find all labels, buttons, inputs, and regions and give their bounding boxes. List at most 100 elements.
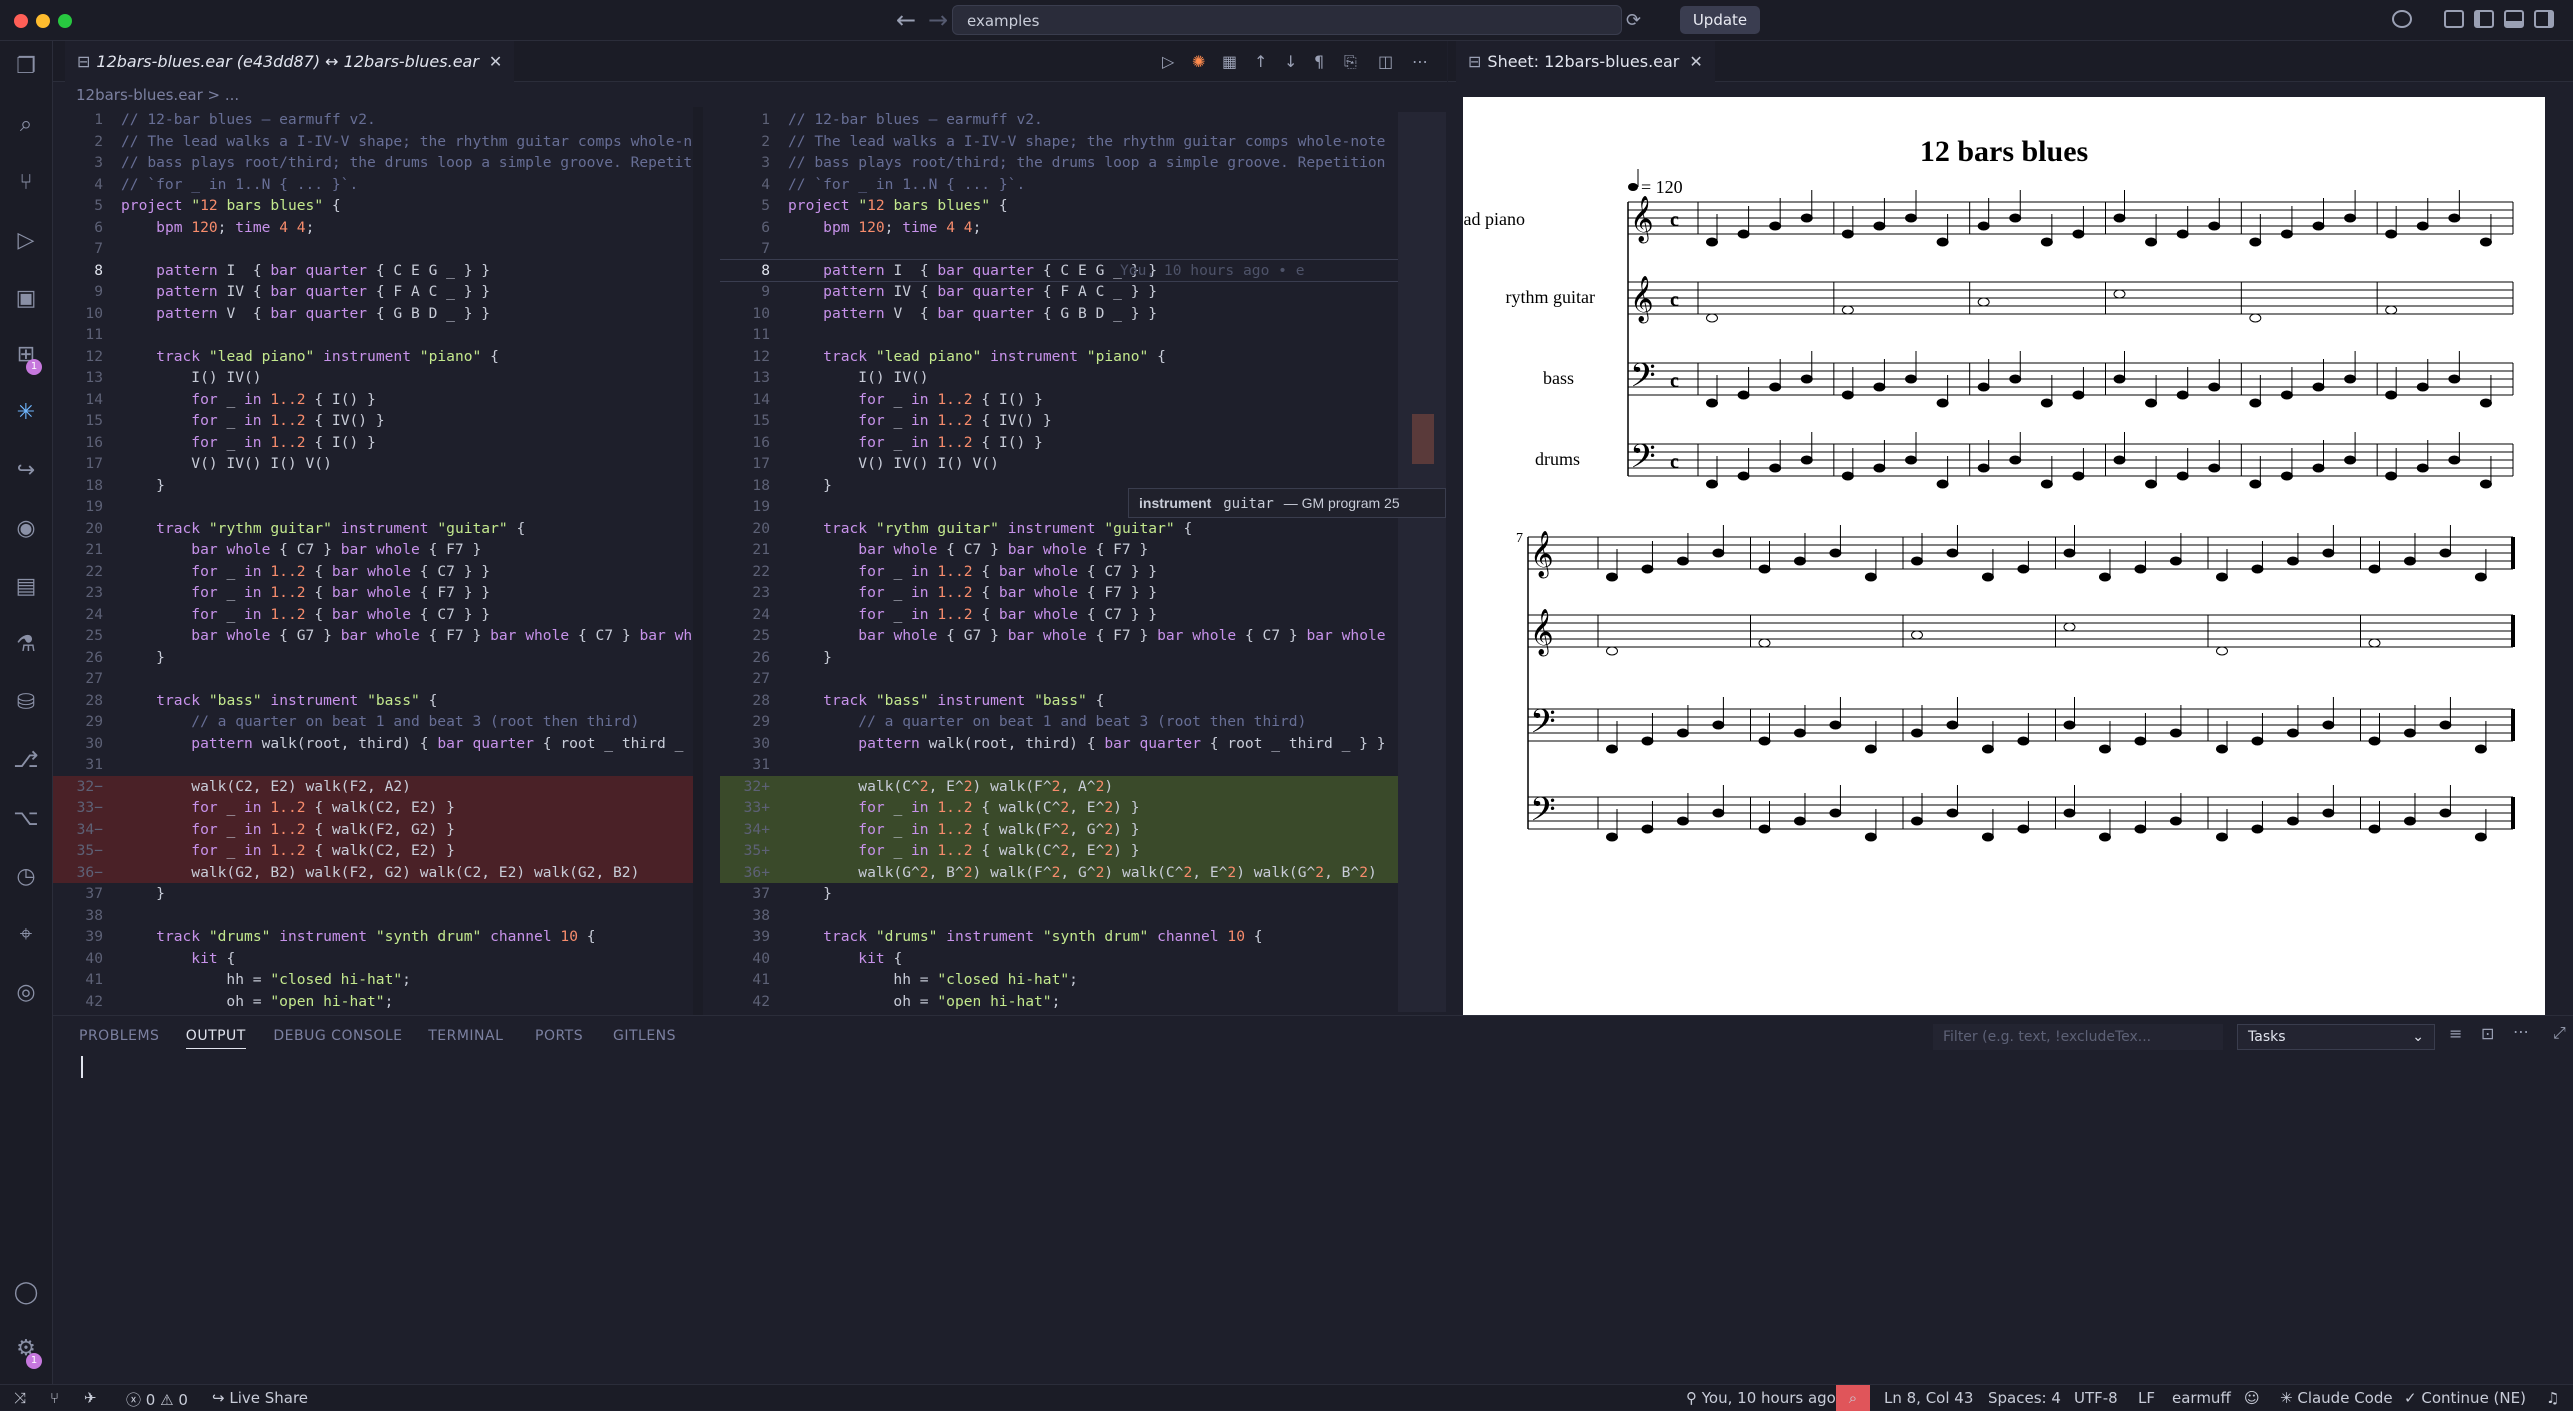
code-line[interactable]: 41 hh = "closed hi-hat"; xyxy=(53,969,693,991)
code-line[interactable]: 26 } xyxy=(53,647,693,669)
remote-icon[interactable]: ⤨ xyxy=(14,1389,26,1407)
code-line[interactable]: 41 hh = "closed hi-hat"; xyxy=(720,969,1410,991)
code-line[interactable]: 34+ for _ in 1..2 { walk(F^2, G^2) } xyxy=(720,818,1410,840)
code-line[interactable]: 24 for _ in 1..2 { bar whole { C7 } } xyxy=(53,604,693,626)
close-window-button[interactable] xyxy=(14,14,28,28)
code-line[interactable]: 35+ for _ in 1..2 { walk(C^2, E^2) } xyxy=(720,840,1410,862)
more-actions-icon[interactable]: ⋯ xyxy=(2513,1022,2529,1041)
problems-status[interactable]: ⓧ 0 ⚠ 0 xyxy=(126,1389,188,1410)
tab-diff-12bars-blues[interactable]: ⊟ 12bars-blues.ear (e43dd87) ↔ 12bars-blu… xyxy=(65,41,515,82)
whitespace-icon[interactable]: ¶ xyxy=(1314,52,1324,71)
claude-icon[interactable]: ✳ xyxy=(12,399,40,427)
code-line[interactable]: 13 I() IV() xyxy=(53,367,693,389)
code-line[interactable]: 36+ walk(G^2, B^2) walk(F^2, G^2) walk(C… xyxy=(720,861,1410,883)
code-line[interactable]: 32− walk(C2, E2) walk(F2, A2) xyxy=(53,775,693,797)
indentation[interactable]: Spaces: 4 xyxy=(1988,1389,2061,1407)
code-line[interactable]: 9 pattern IV { bar quarter { F A C _ } } xyxy=(720,281,1410,303)
output-channel-select[interactable]: Tasks ⌄ xyxy=(2237,1024,2435,1050)
code-line[interactable]: 33+ for _ in 1..2 { walk(C^2, E^2) } xyxy=(720,797,1410,819)
update-button[interactable]: Update xyxy=(1680,6,1760,34)
code-line[interactable]: 7 xyxy=(53,238,693,260)
live-share-icon[interactable]: ↪ xyxy=(12,457,40,485)
code-line[interactable]: 3 // bass plays root/third; the drums loo… xyxy=(53,152,693,174)
code-line[interactable]: 37 } xyxy=(53,883,693,905)
earmuff-icon[interactable]: ✺ xyxy=(1192,52,1205,71)
code-line[interactable]: 18 } xyxy=(53,475,693,497)
claude-status[interactable]: ✳ Claude Code xyxy=(2280,1389,2393,1407)
code-line[interactable]: 16 for _ in 1..2 { I() } xyxy=(53,432,693,454)
explorer-icon[interactable]: ❐ xyxy=(12,53,40,81)
tab-sheet[interactable]: ⊟ Sheet: 12bars-blues.ear ✕ xyxy=(1456,41,1715,82)
next-change-icon[interactable]: ↓ xyxy=(1284,52,1297,71)
code-line[interactable]: 39 track "drums" instrument "synth drum"… xyxy=(720,926,1410,948)
code-line[interactable]: 32+ walk(C^2, E^2) walk(F^2, A^2) xyxy=(720,775,1410,797)
run-icon[interactable]: ▷ xyxy=(1162,52,1174,71)
code-line[interactable]: 24 for _ in 1..2 { bar whole { C7 } } xyxy=(720,604,1410,626)
code-line[interactable]: 8 pattern I { bar quarter { C E G _ } } Y… xyxy=(720,258,1410,282)
code-line[interactable]: 23 for _ in 1..2 { bar whole { F7 } } xyxy=(53,582,693,604)
code-line[interactable]: 40 kit { xyxy=(53,948,693,970)
run-debug-icon[interactable]: ▷ xyxy=(12,227,40,255)
code-line[interactable]: 39 track "drums" instrument "synth drum"… xyxy=(53,926,693,948)
command-center-search[interactable]: examples xyxy=(952,5,1622,35)
source-control-status-icon[interactable]: ⑂ xyxy=(50,1389,59,1407)
code-line[interactable]: 17 V() IV() I() V() xyxy=(53,453,693,475)
code-line[interactable]: 21 bar whole { C7 } bar whole { F7 } xyxy=(53,539,693,561)
code-line[interactable]: 22 for _ in 1..2 { bar whole { C7 } } xyxy=(720,561,1410,583)
code-line[interactable]: 31 xyxy=(720,754,1410,776)
code-line[interactable]: 14 for _ in 1..2 { I() } xyxy=(720,389,1410,411)
code-line[interactable]: 12 track "lead piano" instrument "piano"… xyxy=(720,346,1410,368)
code-line[interactable]: 7 xyxy=(720,238,1410,260)
maximize-window-button[interactable] xyxy=(58,14,72,28)
close-tab-icon[interactable]: ✕ xyxy=(1689,52,1702,71)
code-line[interactable]: 35− for _ in 1..2 { walk(C2, E2) } xyxy=(53,840,693,862)
code-line[interactable]: 38 xyxy=(53,905,693,927)
code-line[interactable]: 13 I() IV() xyxy=(720,367,1410,389)
code-line[interactable]: 2 // The lead walks a I-IV-V shape; the r… xyxy=(720,131,1410,153)
code-line[interactable]: 28 track "bass" instrument "bass" { xyxy=(720,690,1410,712)
code-line[interactable]: 25 bar whole { G7 } bar whole { F7 } bar… xyxy=(720,625,1410,647)
code-line[interactable]: 20 track "rythm guitar" instrument "guit… xyxy=(720,518,1410,540)
output-cursor[interactable] xyxy=(81,1056,83,1078)
output-filter-input[interactable]: Filter (e.g. text, !excludeTex... xyxy=(1933,1024,2223,1050)
copilot-chat-icon[interactable]: ◎ xyxy=(12,979,40,1007)
split-editor-icon[interactable]: ◫ xyxy=(1378,52,1393,71)
code-line[interactable]: 10 pattern V { bar quarter { G B D _ } } xyxy=(53,303,693,325)
open-preview-icon[interactable]: ⎘ xyxy=(1344,52,1357,72)
live-share-status[interactable]: ↪ Live Share xyxy=(212,1389,308,1407)
close-tab-icon[interactable]: ✕ xyxy=(489,52,502,71)
code-line[interactable]: 2 // The lead walks a I-IV-V shape; the r… xyxy=(53,131,693,153)
remote-explorer-icon[interactable]: ▣ xyxy=(12,285,40,313)
code-line[interactable]: 17 V() IV() I() V() xyxy=(720,453,1410,475)
code-line[interactable]: 14 for _ in 1..2 { I() } xyxy=(53,389,693,411)
panel-tab-terminal[interactable]: TERMINAL xyxy=(428,1028,503,1044)
code-line[interactable]: 22 for _ in 1..2 { bar whole { C7 } } xyxy=(53,561,693,583)
code-line[interactable]: 34− for _ in 1..2 { walk(F2, G2) } xyxy=(53,818,693,840)
diff-original-editor[interactable]: 1 // 12-bar blues — earmuff v2. 2 // The le… xyxy=(53,107,693,1015)
minimap[interactable] xyxy=(1398,112,1446,1012)
git-graph-icon[interactable]: ⌥ xyxy=(12,805,40,833)
code-line[interactable]: 19 xyxy=(53,496,693,518)
code-line[interactable]: 29 // a quarter on beat 1 and beat 3 (ro… xyxy=(720,711,1410,733)
continue-status[interactable]: ✓ Continue (NE) xyxy=(2404,1389,2526,1407)
toggle-secondary-sidebar-icon[interactable] xyxy=(2534,10,2554,28)
code-line[interactable]: 38 xyxy=(720,905,1410,927)
code-line[interactable]: 23 for _ in 1..2 { bar whole { F7 } } xyxy=(720,582,1410,604)
blame-status[interactable]: ⚲ You, 10 hours ago xyxy=(1686,1389,1836,1407)
timeline-icon[interactable]: ◷ xyxy=(12,863,40,891)
code-line[interactable]: 33− for _ in 1..2 { walk(C2, E2) } xyxy=(53,797,693,819)
code-line[interactable]: 8 pattern I { bar quarter { C E G _ } } xyxy=(53,260,693,282)
code-line[interactable]: 9 pattern IV { bar quarter { F A C _ } } xyxy=(53,281,693,303)
search-icon[interactable]: ⌕ xyxy=(12,111,40,139)
language-mode[interactable]: earmuff xyxy=(2172,1389,2231,1407)
code-line[interactable]: 4 // `for _ in 1..N { ... }`. xyxy=(720,174,1410,196)
testing-icon[interactable]: ⚗ xyxy=(12,631,40,659)
previous-change-icon[interactable]: ↑ xyxy=(1254,52,1267,71)
code-line[interactable]: 31 xyxy=(53,754,693,776)
gitlens-icon[interactable]: ⎇ xyxy=(12,747,40,775)
code-line[interactable]: 15 for _ in 1..2 { IV() } xyxy=(53,410,693,432)
code-line[interactable]: 4 // `for _ in 1..N { ... }`. xyxy=(53,174,693,196)
encoding[interactable]: UTF-8 xyxy=(2074,1389,2118,1407)
github-icon[interactable]: ◉ xyxy=(12,515,40,543)
code-line[interactable]: 28 track "bass" instrument "bass" { xyxy=(53,690,693,712)
